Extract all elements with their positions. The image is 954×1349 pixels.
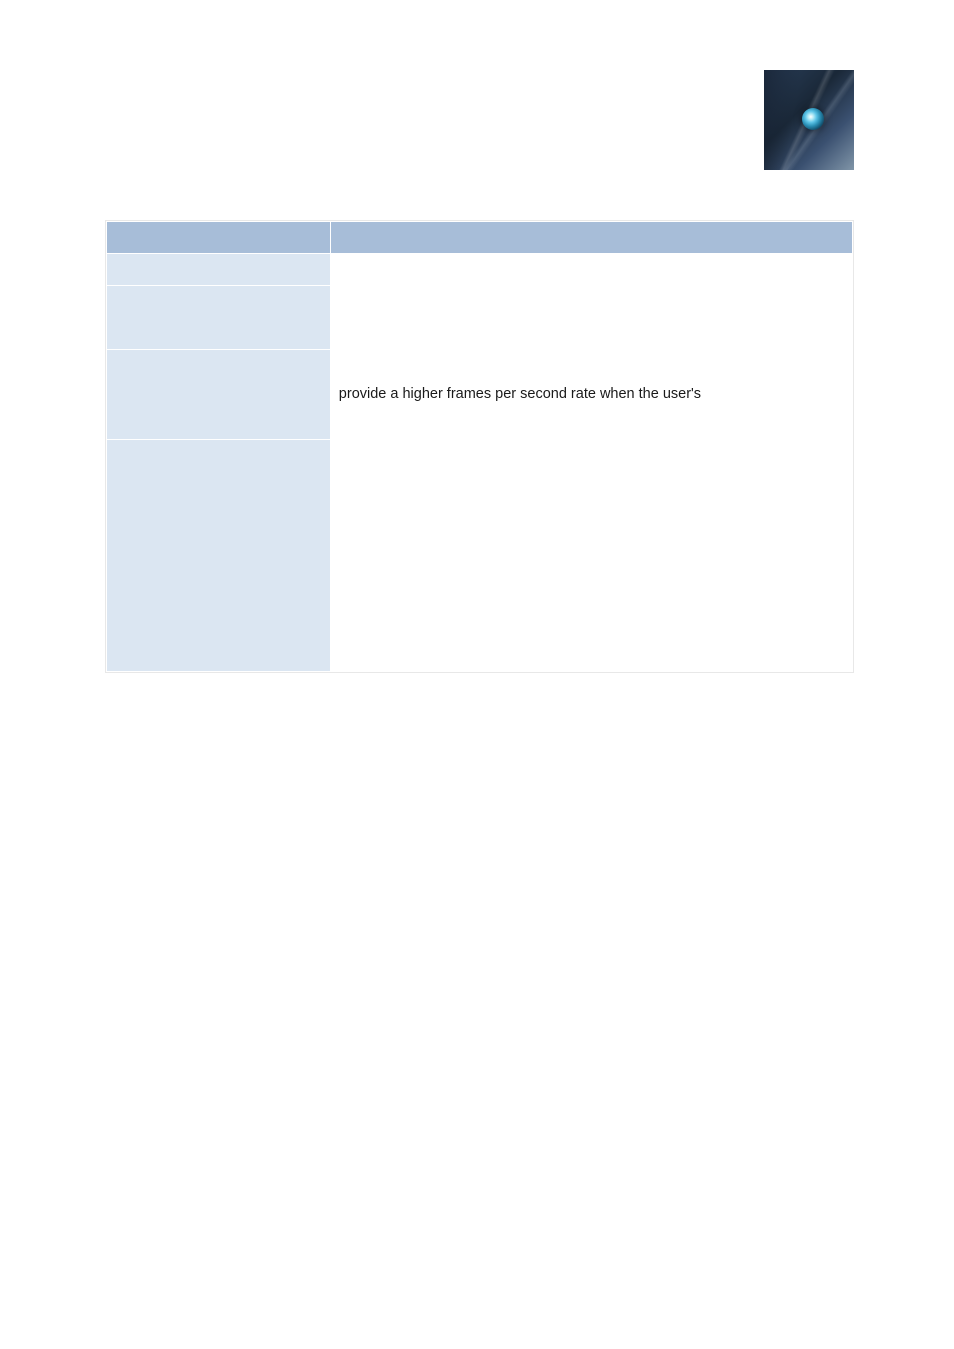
row-content bbox=[330, 286, 852, 350]
row-content: provide a higher frames per second rate … bbox=[330, 350, 852, 440]
table-row bbox=[107, 440, 853, 672]
header-logo-image bbox=[764, 70, 854, 170]
content-text: provide a higher frames per second rate … bbox=[339, 386, 701, 402]
row-label bbox=[107, 440, 331, 672]
row-content bbox=[330, 254, 852, 286]
table-header-col2 bbox=[330, 222, 852, 254]
table-header-row bbox=[107, 222, 853, 254]
row-content bbox=[330, 440, 852, 672]
row-label bbox=[107, 286, 331, 350]
row-label bbox=[107, 350, 331, 440]
table-row bbox=[107, 254, 853, 286]
row-label bbox=[107, 254, 331, 286]
settings-table: provide a higher frames per second rate … bbox=[105, 220, 854, 673]
table-header-col1 bbox=[107, 222, 331, 254]
wolf-eye-icon bbox=[802, 108, 824, 130]
table-row: provide a higher frames per second rate … bbox=[107, 350, 853, 440]
table-row bbox=[107, 286, 853, 350]
